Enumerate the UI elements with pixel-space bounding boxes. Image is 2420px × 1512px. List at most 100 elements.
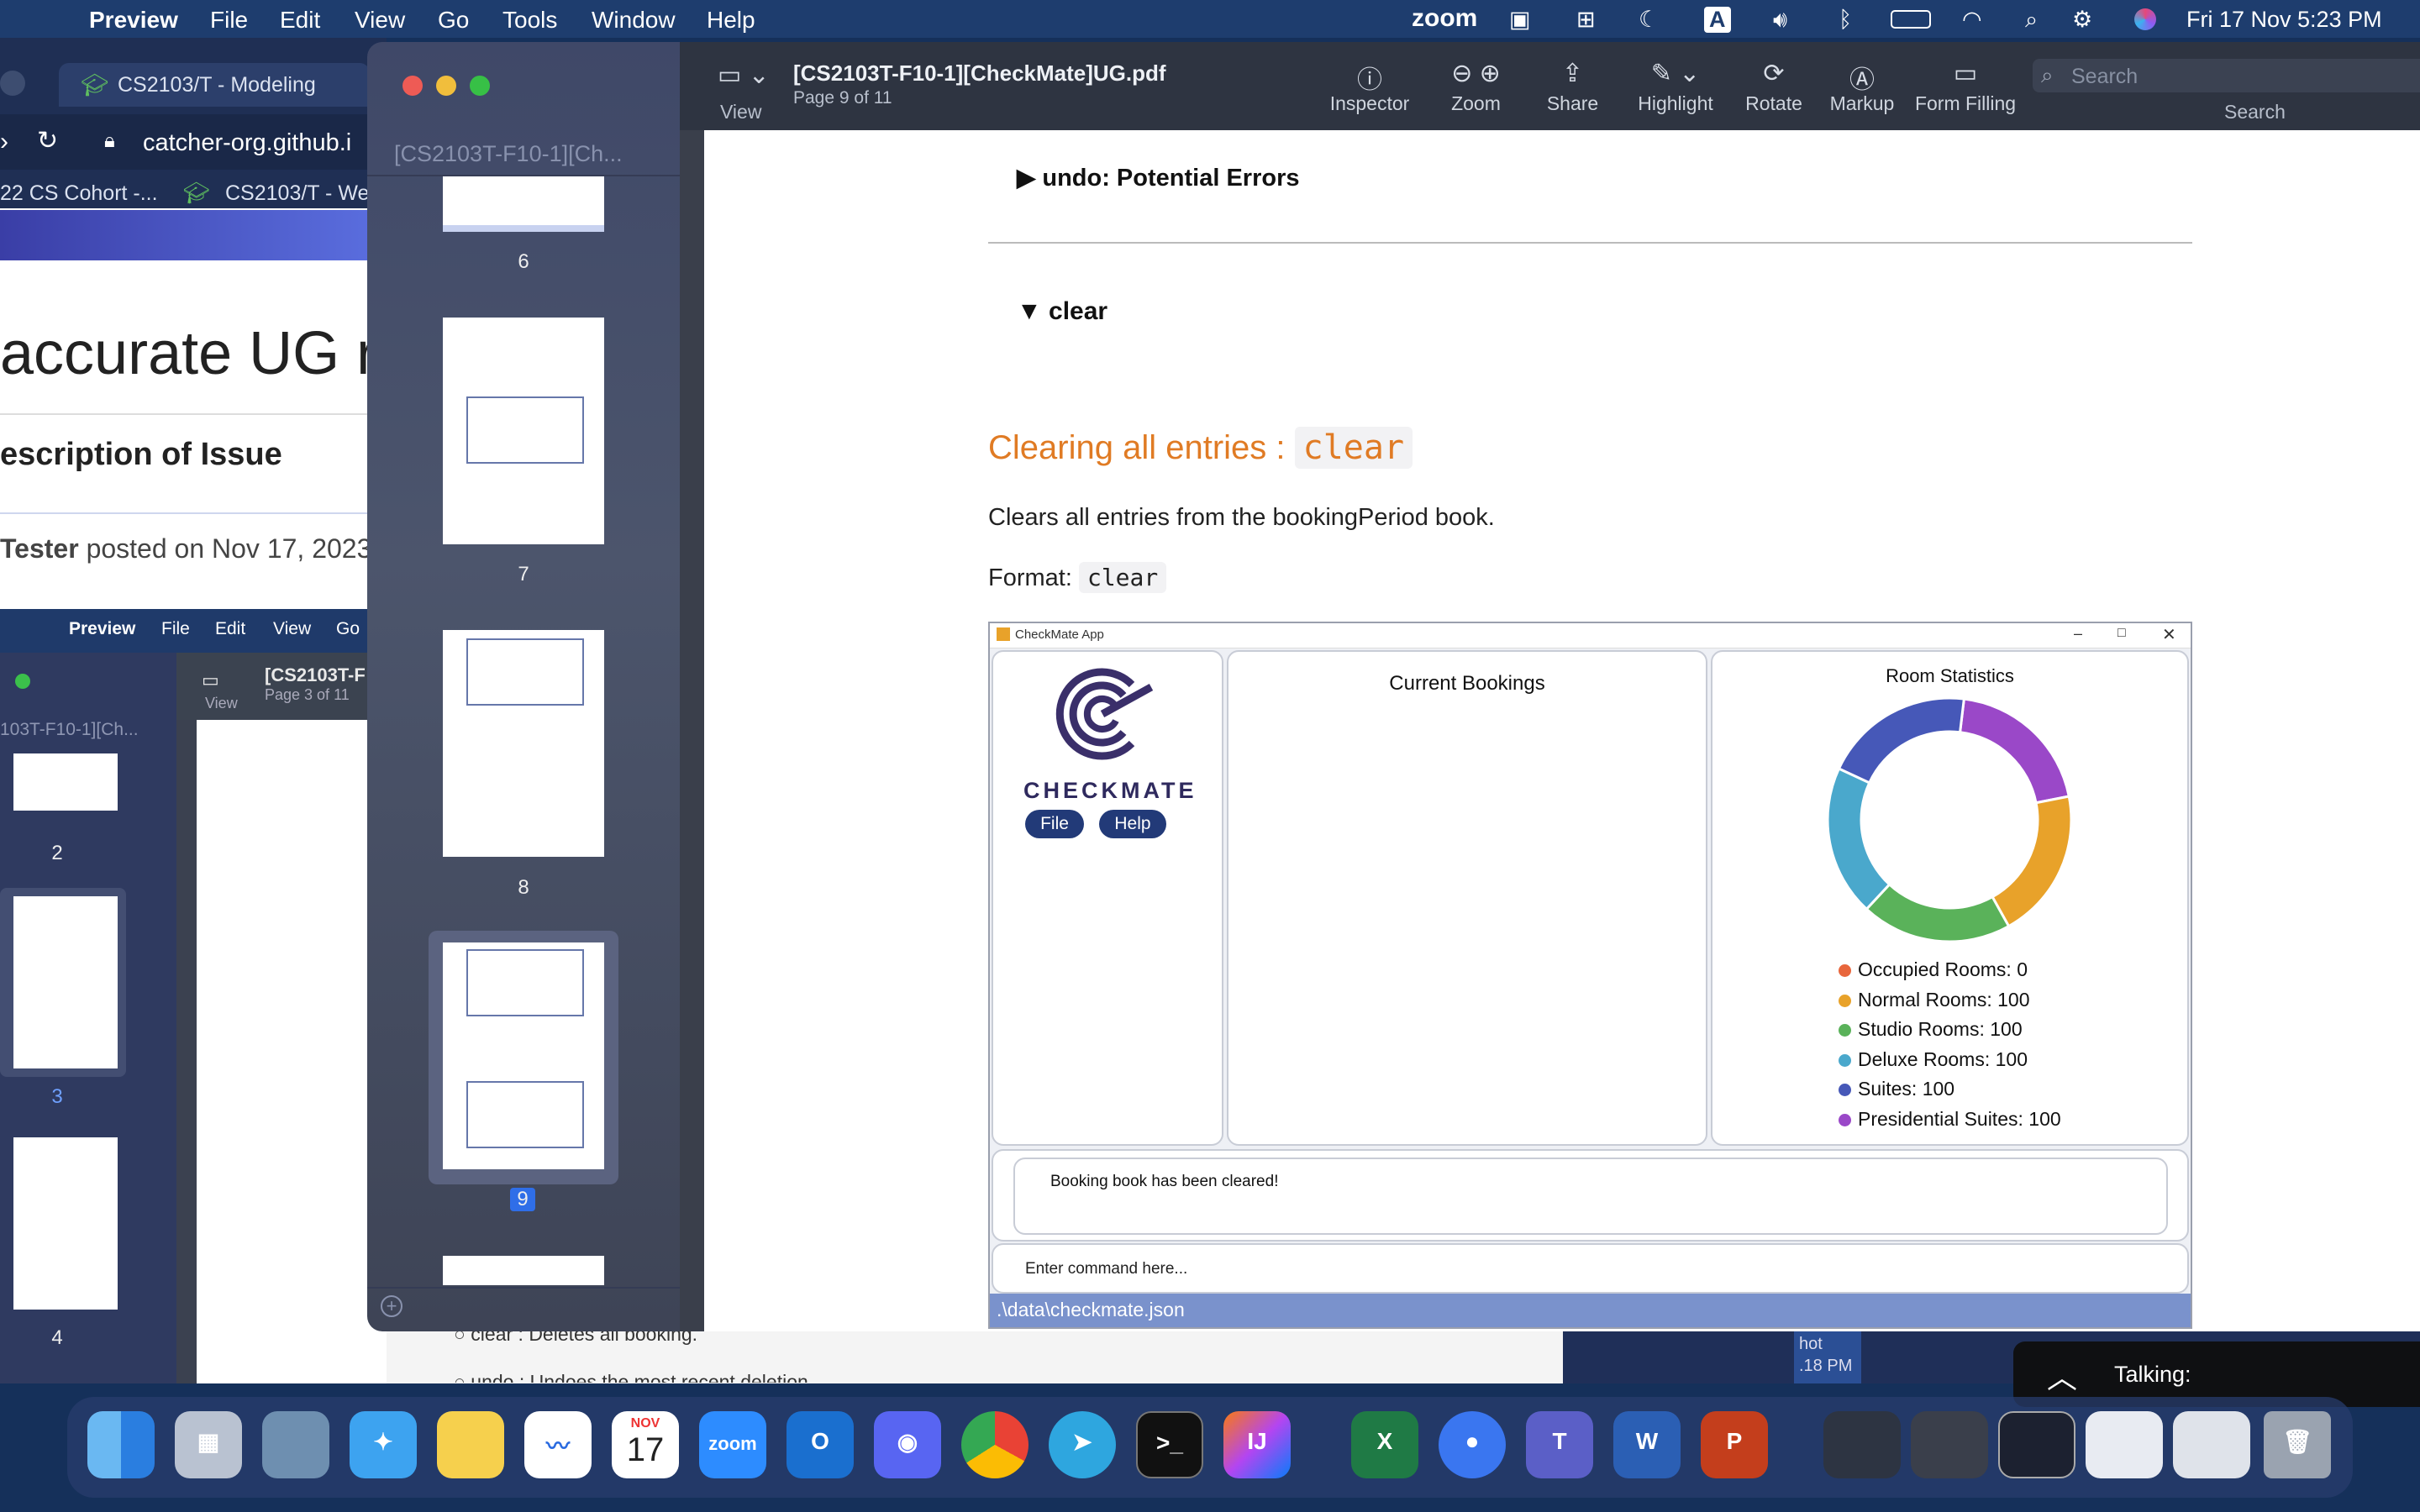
widget-status-icon[interactable]: ⊞	[1576, 7, 1596, 33]
trash-icon[interactable]: 🗑︎	[2264, 1411, 2331, 1478]
highlight-button[interactable]: ✎ ⌄ Highlight	[1629, 59, 1722, 115]
freeform-icon[interactable]: 〰	[524, 1411, 592, 1478]
outlook-status-icon[interactable]: ▣	[1509, 7, 1531, 33]
browser-close-dot[interactable]	[0, 71, 25, 96]
recent-window-thumb[interactable]	[1911, 1411, 1988, 1478]
control-center-icon[interactable]: ⚙	[2072, 7, 2092, 33]
embedded-thumb-2	[13, 753, 118, 811]
close-icon[interactable]: ✕	[2162, 624, 2176, 645]
powerpoint-icon[interactable]: P	[1701, 1411, 1768, 1478]
menu-edit[interactable]: Edit	[280, 7, 320, 34]
issue-subheading: escription of Issue	[0, 437, 282, 472]
recent-window-thumb[interactable]	[1998, 1411, 2075, 1478]
excel-icon[interactable]: X	[1351, 1411, 1418, 1478]
thumb-page-7[interactable]	[443, 318, 604, 544]
thumb-figure	[466, 396, 584, 464]
tester-name[interactable]: Tester	[0, 533, 79, 564]
stats-title: Room Statistics	[1886, 665, 2014, 686]
thumb-page-10[interactable]	[443, 1256, 604, 1285]
bluetooth-icon[interactable]: ᛒ	[1839, 7, 1852, 33]
spotlight-search-icon[interactable]: ⌕	[2025, 7, 2038, 34]
zoom-button[interactable]: ⊖ ⊕ Zoom	[1436, 59, 1516, 115]
inspector-button[interactable]: ⓘ Inspector	[1323, 59, 1416, 115]
volume-icon[interactable]: 🔊︎	[1773, 7, 1787, 34]
close-window-button[interactable]	[402, 76, 423, 96]
add-page-icon[interactable]: +	[381, 1295, 402, 1317]
minimize-window-button[interactable]	[436, 76, 456, 96]
calendar-icon[interactable]: NOV 17	[612, 1411, 679, 1478]
bookings-panel: Current Bookings	[1227, 650, 1707, 1146]
telegram-icon[interactable]: ➤	[1049, 1411, 1116, 1478]
chevron-up-icon[interactable]: ︿	[2047, 1353, 2077, 1397]
format-line: Format: clear	[988, 562, 1167, 593]
recent-window-thumb[interactable]	[1823, 1411, 1901, 1478]
embedded-thumb-num: 4	[51, 1326, 63, 1349]
zoom-app-icon[interactable]: zoom	[699, 1411, 766, 1478]
menu-window[interactable]: Window	[592, 7, 676, 34]
terminal-icon[interactable]: >_	[1136, 1411, 1203, 1478]
embedded-thumb-num: 2	[51, 842, 63, 864]
bookmark-cs-cohort[interactable]: 22 CS Cohort -...	[0, 181, 158, 206]
markup-icon: Ⓐ	[1849, 66, 1875, 94]
notes-icon[interactable]	[437, 1411, 504, 1478]
preview-icon[interactable]	[262, 1411, 329, 1478]
clock-datetime[interactable]: Fri 17 Nov 5:23 PM	[2186, 7, 2382, 33]
signal-icon[interactable]: ●	[1439, 1411, 1506, 1478]
focus-moon-icon[interactable]: ☾	[1639, 7, 1659, 33]
share-button[interactable]: ⇪ Share	[1537, 59, 1608, 115]
discord-icon[interactable]: ◉	[874, 1411, 941, 1478]
recent-window-thumb[interactable]	[2086, 1411, 2163, 1478]
search-field[interactable]: ⌕ Search	[2033, 59, 2420, 92]
input-source-icon[interactable]: A	[1704, 7, 1731, 33]
lock-icon: 🔒︎	[104, 129, 115, 152]
thumb-page-6[interactable]	[443, 176, 604, 232]
menu-help[interactable]: Help	[707, 7, 755, 34]
address-bar[interactable]: › ↻ 🔒︎ catcher-org.github.i	[0, 114, 387, 170]
app-help-button[interactable]: Help	[1099, 810, 1166, 838]
embedded-scroll-edge	[176, 720, 197, 1383]
teams-icon[interactable]: T	[1526, 1411, 1593, 1478]
command-box[interactable]: Enter command here...	[992, 1243, 2189, 1294]
maximize-icon[interactable]: □	[2118, 626, 2126, 641]
embedded-menu-file: File	[161, 619, 190, 638]
address-text[interactable]: catcher-org.github.i	[143, 129, 351, 157]
battery-icon[interactable]	[1891, 10, 1931, 29]
donut-slice	[1958, 697, 2071, 805]
safari-icon[interactable]: ✦	[350, 1411, 417, 1478]
siri-icon[interactable]	[2134, 8, 2156, 30]
rotate-button[interactable]: ⟳ Rotate	[1736, 59, 1812, 115]
launchpad-icon[interactable]: ▦	[175, 1411, 242, 1478]
menu-file[interactable]: File	[210, 7, 248, 34]
markup-button[interactable]: Ⓐ Markup	[1820, 59, 1904, 115]
zoom-status-icon[interactable]: zoom	[1412, 4, 1477, 33]
thumb-page-9[interactable]	[443, 942, 604, 1169]
clear-toggle[interactable]: ▼ clear	[1017, 297, 1107, 326]
zoom-window-button[interactable]	[470, 76, 490, 96]
minimize-icon[interactable]: –	[2074, 625, 2082, 643]
recent-window-thumb[interactable]	[2173, 1411, 2250, 1478]
intellij-icon[interactable]: IJ	[1223, 1411, 1291, 1478]
menu-view[interactable]: View	[355, 7, 405, 34]
word-icon[interactable]: W	[1613, 1411, 1681, 1478]
outlook-icon[interactable]: O	[786, 1411, 854, 1478]
legend-label: Deluxe Rooms: 100	[1858, 1047, 2028, 1070]
menu-tools[interactable]: Tools	[502, 7, 557, 34]
thumb-page-8[interactable]	[443, 630, 604, 857]
finder-icon[interactable]	[87, 1411, 155, 1478]
menu-app-name[interactable]: Preview	[89, 7, 178, 34]
bookmark-cs2103t[interactable]: CS2103/T - We	[225, 181, 369, 206]
form-filling-button[interactable]: ▭ Form Filling	[1907, 59, 2024, 115]
command-input-placeholder[interactable]: Enter command here...	[1025, 1260, 1187, 1278]
menu-go[interactable]: Go	[438, 7, 469, 34]
embedded-thumb-num: 3	[51, 1085, 63, 1108]
calendar-month: NOV	[630, 1416, 660, 1431]
wifi-icon[interactable]: ◠	[1962, 7, 1982, 33]
forward-icon[interactable]: ›	[0, 128, 8, 156]
disclosure-right-icon: ▶	[1017, 165, 1043, 192]
undo-errors-toggle[interactable]: ▶ undo: Potential Errors	[1017, 163, 1300, 192]
reload-icon[interactable]: ↻	[37, 126, 58, 155]
embedded-sidebar: 103T-F10-1][Ch... 2 3 4	[0, 653, 176, 1383]
chrome-icon[interactable]	[961, 1411, 1028, 1478]
sidebar-toggle-icon[interactable]: ▭ ⌄	[718, 60, 770, 90]
app-file-button[interactable]: File	[1025, 810, 1084, 838]
